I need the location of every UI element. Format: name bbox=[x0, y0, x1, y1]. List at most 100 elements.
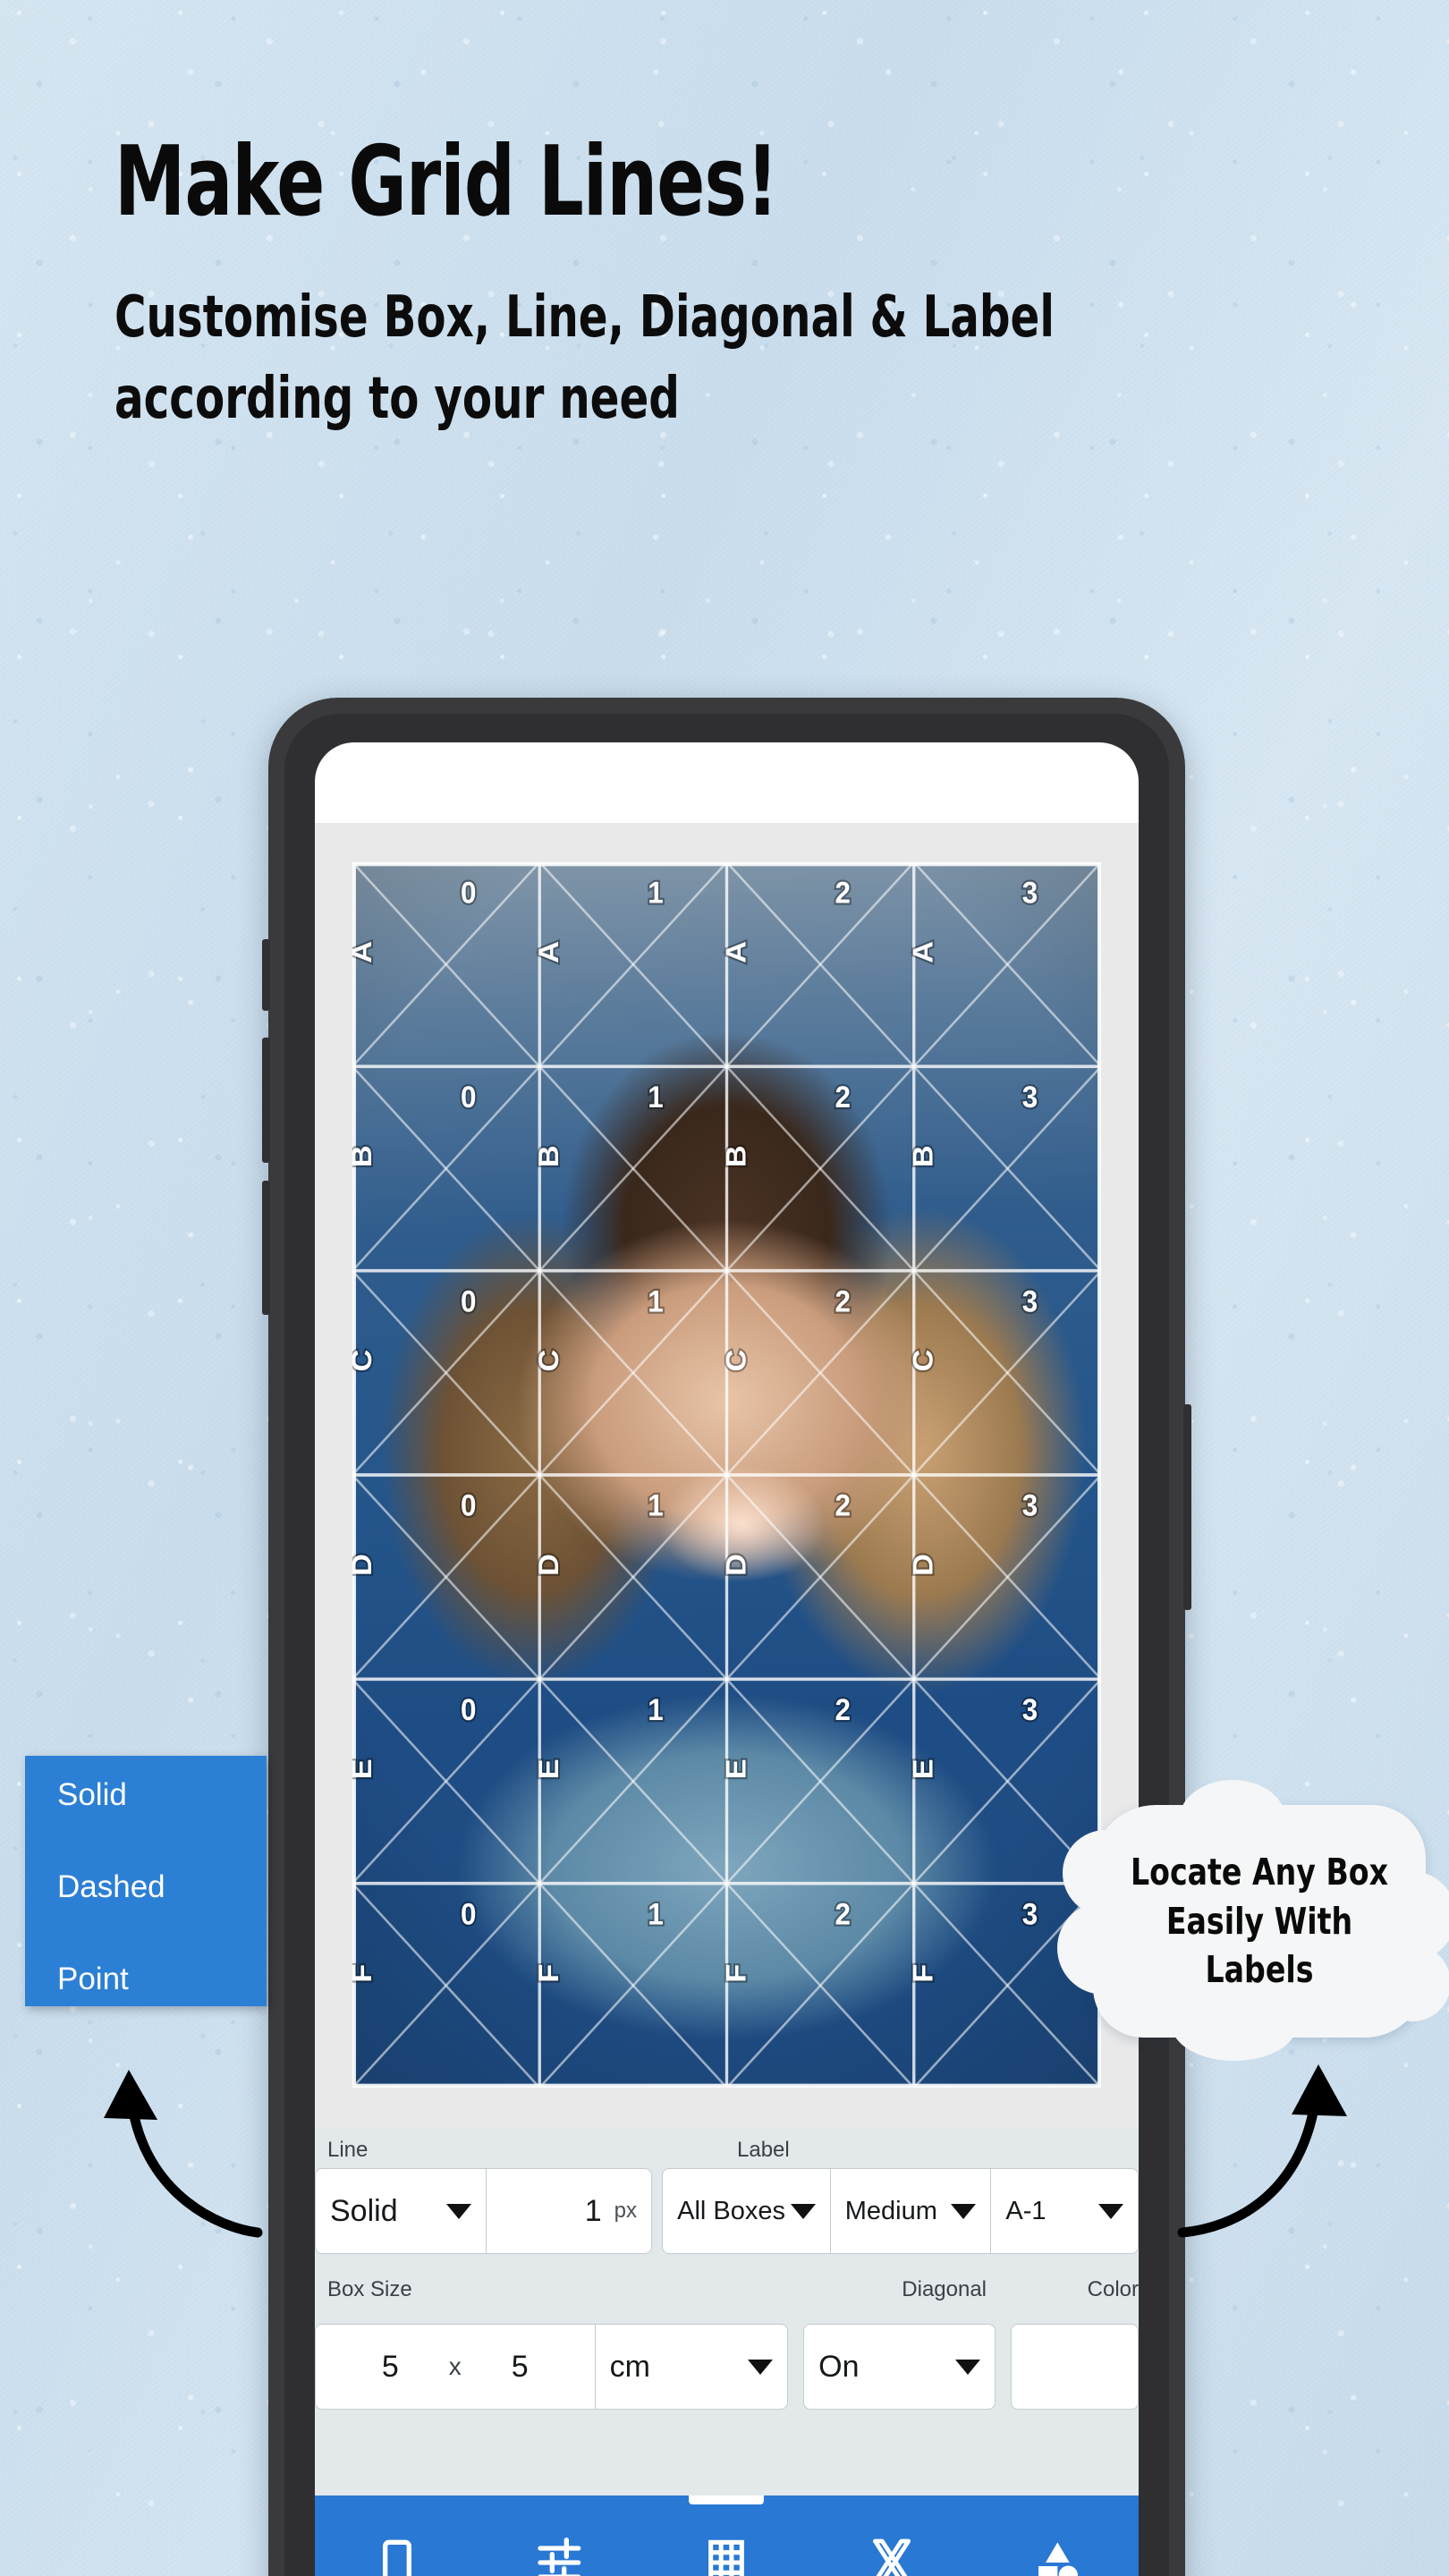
grid-column-label: 1 bbox=[648, 1487, 663, 1522]
nav-item-shapes[interactable] bbox=[1003, 2496, 1110, 2576]
arrow-to-label-callout bbox=[1177, 2064, 1347, 2238]
grid-column-label: 3 bbox=[1022, 1284, 1038, 1318]
grid-row-label: A bbox=[907, 941, 938, 963]
box-size-group-label: Box Size bbox=[327, 2277, 412, 2301]
label-group-label: Label bbox=[737, 2138, 790, 2162]
chevron-down-icon bbox=[951, 2203, 977, 2219]
phone-screen: 0 1 2 3 0 1 2 3 0 1 2 3 0 1 2 3 0 1 2 3 0 1 2 3 A A A A B B B B C C C C D D D D… bbox=[315, 742, 1139, 2576]
dropdown-option-dashed[interactable]: Dashed bbox=[57, 1871, 267, 1902]
grid-row-label: D bbox=[720, 1554, 751, 1576]
grid-column-label: 0 bbox=[461, 875, 476, 910]
grid-row-label: B bbox=[907, 1145, 938, 1167]
nav-item-adjust[interactable] bbox=[508, 2496, 615, 2576]
grid-column-label: 0 bbox=[461, 1080, 476, 1114]
label-size-select[interactable]: Medium bbox=[829, 2168, 991, 2254]
grid-column-label: 2 bbox=[835, 1284, 851, 1318]
arrow-to-line-dropdown bbox=[104, 2070, 263, 2238]
grid-row-label: C bbox=[533, 1350, 564, 1372]
chevron-down-icon bbox=[445, 2203, 471, 2219]
color-swatch[interactable] bbox=[1010, 2324, 1139, 2410]
label-scope-value: All Boxes bbox=[677, 2196, 785, 2225]
shapes-icon bbox=[1038, 2542, 1078, 2576]
line-style-dropdown-callout[interactable]: Solid Dashed Point bbox=[25, 1756, 267, 2006]
label-format-select[interactable]: A-1 bbox=[990, 2168, 1139, 2254]
box-height-value: 5 bbox=[511, 2349, 529, 2384]
grid-row-label: A bbox=[352, 941, 377, 963]
nav-item-crop[interactable] bbox=[343, 2496, 451, 2576]
grid-column-label: 2 bbox=[835, 1896, 851, 1931]
label-format-value: A-1 bbox=[1005, 2196, 1046, 2225]
control-panel: Line Label Solid 1 px All Boxes Medium A… bbox=[315, 2129, 1139, 2496]
box-size-separator: x bbox=[448, 2352, 462, 2380]
control-row-line-label: Line Label Solid 1 px All Boxes Medium A… bbox=[315, 2129, 1139, 2254]
grid-row-label: B bbox=[352, 1145, 377, 1167]
line-style-select[interactable]: Solid bbox=[315, 2168, 486, 2254]
sliders-adjust-icon bbox=[538, 2538, 581, 2576]
grid-row-label: C bbox=[907, 1350, 938, 1372]
grid-row-label: B bbox=[533, 1145, 564, 1167]
grid-overlay[interactable]: 0 1 2 3 0 1 2 3 0 1 2 3 0 1 2 3 0 1 2 3 0 1 2 3 A A A A B B B B C C C C D D D D… bbox=[352, 862, 1101, 2088]
line-width-unit: px bbox=[614, 2199, 638, 2223]
grid-row-label: D bbox=[907, 1554, 938, 1576]
volume-up-button[interactable] bbox=[262, 1038, 270, 1163]
grid-column-label: 0 bbox=[461, 1487, 476, 1522]
power-button[interactable] bbox=[1183, 1404, 1191, 1610]
grid-lines-svg: 0 1 2 3 0 1 2 3 0 1 2 3 0 1 2 3 0 1 2 3 0 1 2 3 A A A A B B B B C C C C D D D D… bbox=[352, 862, 1101, 2088]
grid-row-label: D bbox=[533, 1554, 564, 1576]
control-row-box-size: Box Size Diagonal Color 5 x 5 cm On bbox=[315, 2268, 1139, 2410]
silence-switch[interactable] bbox=[262, 939, 270, 1011]
grid-column-label: 3 bbox=[1022, 875, 1038, 910]
grid-column-label: 1 bbox=[648, 1080, 663, 1114]
grid-column-label: 1 bbox=[648, 1284, 663, 1318]
box-width-value: 5 bbox=[381, 2349, 399, 2384]
grid-column-label: 0 bbox=[461, 1284, 476, 1318]
grid-row-label: E bbox=[720, 1758, 751, 1779]
chevron-down-icon bbox=[1098, 2203, 1123, 2219]
grid-row-label: C bbox=[720, 1350, 751, 1372]
dropdown-option-solid[interactable]: Solid bbox=[57, 1779, 267, 1810]
headings-block: Make Grid Lines! Customise Box, Line, Di… bbox=[114, 134, 1277, 440]
diagonal-select[interactable]: On bbox=[803, 2324, 996, 2410]
diagonal-tools-icon bbox=[872, 2538, 911, 2576]
page-title: Make Grid Lines! bbox=[114, 126, 778, 238]
line-width-value: 1 bbox=[584, 2193, 602, 2228]
label-scope-select[interactable]: All Boxes bbox=[662, 2168, 830, 2254]
color-group-label: Color bbox=[1087, 2277, 1139, 2301]
grid-icon bbox=[708, 2539, 745, 2576]
grid-row-label: B bbox=[720, 1145, 751, 1167]
page-subtitle: Customise Box, Line, Diagonal & Label ac… bbox=[114, 284, 1055, 432]
grid-column-label: 3 bbox=[1022, 1692, 1038, 1727]
line-group-label: Line bbox=[327, 2138, 369, 2162]
grid-row-label: F bbox=[907, 1964, 938, 1983]
crop-rectangle-icon bbox=[383, 2539, 412, 2576]
callout-line-1: Locate Any Box bbox=[1130, 1850, 1388, 1894]
nav-item-diagonal-tools[interactable] bbox=[838, 2496, 945, 2576]
line-width-field[interactable]: 1 px bbox=[485, 2168, 653, 2254]
grid-row-label: F bbox=[720, 1964, 751, 1983]
grid-row-label: A bbox=[533, 941, 564, 963]
grid-column-label: 0 bbox=[461, 1896, 476, 1931]
nav-item-grid[interactable] bbox=[673, 2496, 780, 2576]
grid-row-label: C bbox=[352, 1350, 377, 1372]
grid-column-label: 1 bbox=[648, 1896, 663, 1931]
box-unit-select[interactable]: cm bbox=[594, 2324, 789, 2410]
grid-column-label: 3 bbox=[1022, 1896, 1038, 1931]
phone-bezel: 0 1 2 3 0 1 2 3 0 1 2 3 0 1 2 3 0 1 2 3 0 1 2 3 A A A A B B B B C C C C D D D D… bbox=[284, 714, 1169, 2576]
label-callout-bubble: Locate Any Box Easily With Labels bbox=[1057, 1780, 1449, 2061]
callout-text: Locate Any Box Easily With Labels bbox=[1110, 1805, 1410, 2038]
grid-row-label: A bbox=[720, 941, 751, 963]
photo-canvas[interactable]: 0 1 2 3 0 1 2 3 0 1 2 3 0 1 2 3 0 1 2 3 0 1 2 3 A A A A B B B B C C C C D D D D… bbox=[352, 862, 1101, 2088]
grid-column-label: 2 bbox=[835, 875, 851, 910]
grid-column-label: 2 bbox=[835, 1692, 851, 1727]
diagonal-group-label: Diagonal bbox=[902, 2277, 987, 2301]
box-unit-value: cm bbox=[609, 2349, 650, 2384]
bottom-navigation bbox=[315, 2496, 1139, 2576]
grid-column-label: 1 bbox=[648, 875, 663, 910]
chevron-down-icon bbox=[790, 2203, 816, 2219]
box-size-input[interactable]: 5 x 5 bbox=[315, 2324, 595, 2410]
grid-row-label: F bbox=[352, 1964, 377, 1983]
volume-down-button[interactable] bbox=[262, 1181, 270, 1315]
callout-line-2: Easily With bbox=[1165, 1899, 1353, 1943]
grid-row-label: E bbox=[533, 1758, 564, 1779]
dropdown-option-point[interactable]: Point bbox=[57, 1963, 267, 1995]
